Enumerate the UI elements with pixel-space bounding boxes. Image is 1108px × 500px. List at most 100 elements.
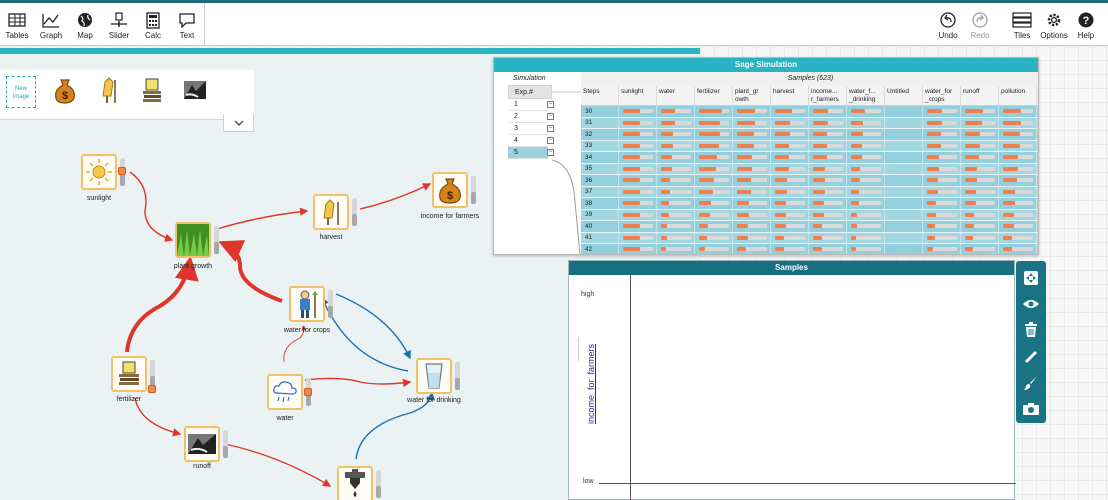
harvest-slider[interactable] — [352, 198, 357, 226]
fertilizer-link-handle[interactable] — [148, 385, 156, 393]
value-bar — [813, 247, 843, 252]
table-row[interactable]: 40 — [581, 221, 1038, 233]
brush-button[interactable] — [1020, 372, 1042, 393]
exp-row-2[interactable]: 2− — [508, 111, 554, 123]
table-row[interactable]: 36 — [581, 175, 1038, 187]
value-bar — [851, 155, 881, 160]
table-row[interactable]: 42 — [581, 244, 1038, 254]
y-axis-attribute[interactable]: income_for_farmers — [586, 334, 596, 434]
column-header-water-for-crops[interactable]: water_for _crops — [923, 86, 961, 105]
map-button[interactable]: Map — [69, 3, 101, 48]
table-row[interactable]: 38 — [581, 198, 1038, 210]
value-bar — [661, 166, 691, 171]
exp-row-5[interactable]: 5− — [508, 147, 554, 159]
graph-button[interactable]: Graph — [35, 3, 67, 48]
node-runoff[interactable] — [184, 426, 220, 462]
table-row[interactable]: 31 — [581, 117, 1038, 129]
sim-panel-title[interactable]: Sage Simulation — [494, 58, 1038, 72]
column-header-runoff[interactable]: runoff — [961, 86, 999, 105]
tables-button[interactable]: Tables — [1, 3, 33, 48]
table-row[interactable]: 34 — [581, 152, 1038, 164]
table-row[interactable]: 37 — [581, 186, 1038, 198]
value-bar — [699, 201, 729, 206]
camera-button[interactable] — [1020, 399, 1042, 420]
value-bar — [851, 143, 881, 148]
help-button[interactable]: ? Help — [1071, 3, 1101, 48]
node-income[interactable]: $ — [432, 172, 468, 208]
column-header-untitled[interactable]: Untitled — [885, 86, 923, 105]
water-link-handle[interactable] — [304, 388, 312, 396]
pollution-slider[interactable] — [376, 470, 381, 498]
slider-button[interactable]: Slider — [103, 3, 135, 48]
svg-text:$: $ — [447, 190, 453, 202]
value-bar — [661, 189, 691, 194]
table-row[interactable]: 32 — [581, 129, 1038, 141]
value-bar — [737, 143, 767, 148]
node-label-plant-growth: plant growth — [173, 263, 213, 270]
column-header-water-for-drinking[interactable]: water_f... _drinking — [847, 86, 885, 105]
node-plant-growth[interactable] — [175, 222, 211, 258]
node-sunlight[interactable] — [81, 154, 117, 190]
column-header-water[interactable]: water — [657, 86, 695, 105]
income-slider[interactable] — [471, 176, 476, 204]
redo-button[interactable]: Redo — [965, 3, 995, 48]
value-bar — [965, 201, 995, 206]
value-bar — [965, 155, 995, 160]
node-water-crops[interactable] — [289, 286, 325, 322]
column-header-plant-growth[interactable]: plant_gr owth — [733, 86, 771, 105]
y-axis-tab[interactable] — [569, 337, 579, 361]
value-cell — [733, 221, 771, 232]
sunlight-link-handle[interactable] — [118, 167, 126, 175]
graph-title[interactable]: Samples — [569, 261, 1014, 275]
options-button[interactable]: Options — [1039, 3, 1069, 48]
value-bar — [623, 247, 653, 252]
table-row[interactable]: 30 — [581, 106, 1038, 118]
exp-row-4[interactable]: 4− — [508, 135, 554, 147]
calc-button[interactable]: Calc — [137, 3, 169, 48]
value-cell — [657, 186, 695, 197]
undo-button[interactable]: Undo — [933, 3, 963, 48]
ruler-button[interactable] — [1020, 346, 1042, 367]
node-water-drinking[interactable] — [416, 358, 452, 394]
value-cell — [657, 163, 695, 174]
table-row[interactable]: 41 — [581, 232, 1038, 244]
value-cell — [771, 117, 809, 128]
visibility-button[interactable] — [1020, 293, 1042, 314]
value-cell — [695, 209, 733, 220]
node-water[interactable] — [267, 374, 303, 410]
runoff-slider[interactable] — [223, 430, 228, 458]
table-row[interactable]: 39 — [581, 209, 1038, 221]
column-header-harvest[interactable]: harvest — [771, 86, 809, 105]
column-header-income-for-farmers[interactable]: income... r_farmers — [809, 86, 847, 105]
graph-icon — [41, 11, 61, 29]
plant-growth-slider[interactable] — [214, 226, 219, 254]
text-button[interactable]: Text — [171, 3, 203, 48]
column-header-steps[interactable]: Steps — [581, 86, 619, 105]
tiles-button[interactable]: Tiles — [1007, 3, 1037, 48]
node-pollution[interactable] — [337, 466, 373, 500]
water-crops-slider[interactable] — [328, 290, 333, 318]
value-cell — [619, 117, 657, 128]
exp-number: 1 — [514, 101, 518, 108]
value-bar — [1003, 247, 1033, 252]
table-row[interactable]: 33 — [581, 140, 1038, 152]
table-row[interactable]: 35 — [581, 163, 1038, 175]
exp-row-3[interactable]: 3− — [508, 123, 554, 135]
move-button[interactable] — [1020, 267, 1042, 288]
fertilizer-slider[interactable] — [150, 360, 155, 388]
value-cell — [695, 186, 733, 197]
text-label: Text — [179, 31, 195, 40]
exp-row-1[interactable]: 1− — [508, 99, 554, 111]
column-header-pollution[interactable]: pollution — [999, 86, 1037, 105]
value-cell — [809, 129, 847, 140]
value-cell — [771, 152, 809, 163]
column-header-fertilizer[interactable]: fertilizer — [695, 86, 733, 105]
node-harvest[interactable] — [313, 194, 349, 230]
value-cell — [809, 163, 847, 174]
node-fertilizer[interactable] — [111, 356, 147, 392]
delete-button[interactable] — [1020, 320, 1042, 341]
column-header-sunlight[interactable]: sunlight — [619, 86, 657, 105]
value-cell — [885, 129, 923, 140]
water-drinking-slider[interactable] — [455, 362, 460, 390]
value-cell — [695, 175, 733, 186]
